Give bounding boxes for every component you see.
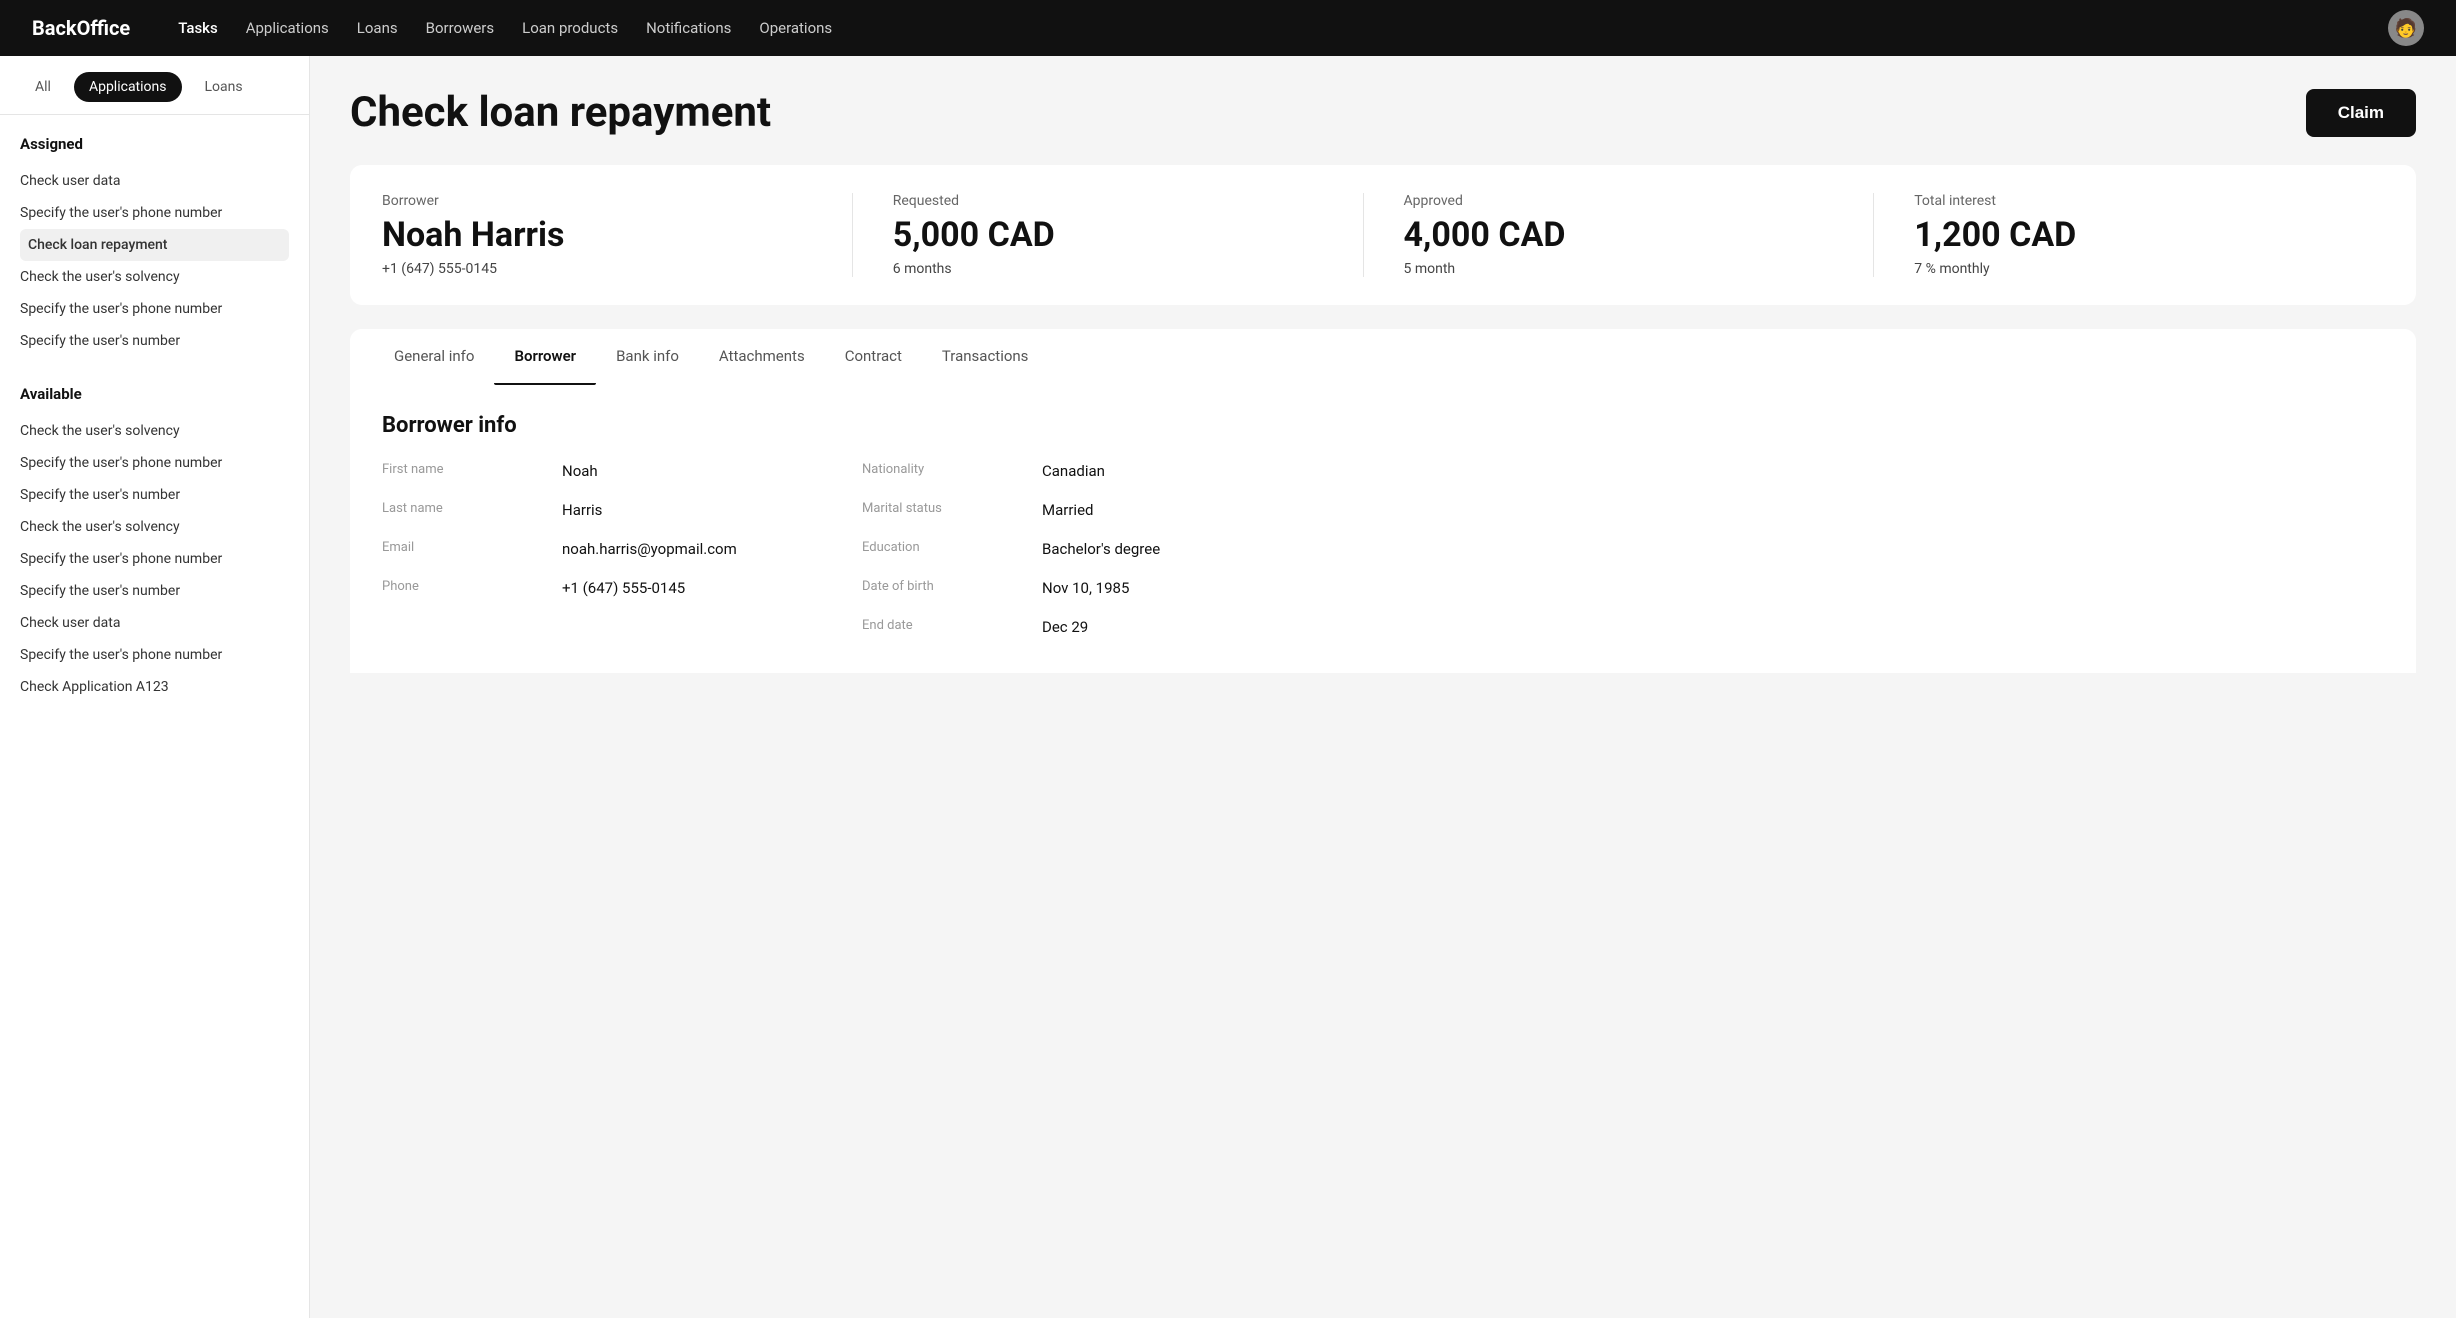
- approved-col: Approved 4,000 CAD 5 month: [1363, 193, 1874, 277]
- requested-label: Requested: [893, 193, 1363, 209]
- detail-tab-bank-info[interactable]: Bank info: [596, 329, 699, 385]
- sidebar-item[interactable]: Specify the user's phone number: [20, 639, 289, 671]
- sidebar-item[interactable]: Specify the user's phone number: [20, 543, 289, 575]
- sidebar-section-assigned: AssignedCheck user dataSpecify the user'…: [0, 115, 309, 365]
- bi-field-label: Nationality: [862, 462, 1042, 477]
- bi-field-label: Marital status: [862, 501, 1042, 516]
- sidebar-item[interactable]: Specify the user's phone number: [20, 293, 289, 325]
- nav-link-tasks[interactable]: Tasks: [178, 19, 218, 37]
- sidebar-item[interactable]: Specify the user's phone number: [20, 447, 289, 479]
- claim-button[interactable]: Claim: [2306, 89, 2416, 137]
- borrower-card: Borrower Noah Harris +1 (647) 555-0145 R…: [350, 165, 2416, 305]
- interest-label: Total interest: [1914, 193, 2384, 209]
- sidebar-tab-all[interactable]: All: [20, 72, 66, 102]
- detail-tab-borrower[interactable]: Borrower: [494, 329, 596, 385]
- sidebar-item[interactable]: Specify the user's number: [20, 575, 289, 607]
- bi-field-value: +1 (647) 555-0145: [562, 579, 862, 598]
- detail-tabs-container: General infoBorrowerBank infoAttachments…: [350, 329, 2416, 673]
- nav-link-operations[interactable]: Operations: [759, 19, 832, 37]
- borrower-label: Borrower: [382, 193, 852, 209]
- requested-amount: 5,000 CAD: [893, 215, 1363, 255]
- bi-field-label: Email: [382, 540, 562, 555]
- main-content: Check loan repayment Claim Borrower Noah…: [310, 56, 2456, 1318]
- bi-field-value: Married: [1042, 501, 2384, 520]
- bi-field-label: Last name: [382, 501, 562, 516]
- sidebar-tab-applications[interactable]: Applications: [74, 72, 182, 102]
- logo: BackOffice: [32, 16, 130, 40]
- borrower-col: Borrower Noah Harris +1 (647) 555-0145: [382, 193, 852, 277]
- sidebar-item[interactable]: Check Application A123: [20, 671, 289, 703]
- nav-link-applications[interactable]: Applications: [246, 19, 329, 37]
- sidebar-item[interactable]: Check user data: [20, 165, 289, 197]
- sidebar-tabs: All Applications Loans: [0, 56, 309, 115]
- requested-col: Requested 5,000 CAD 6 months: [852, 193, 1363, 277]
- avatar[interactable]: 🧑: [2388, 10, 2424, 46]
- detail-tab-attachments[interactable]: Attachments: [699, 329, 825, 385]
- borrower-info-section: Borrower info First nameNoahNationalityC…: [350, 385, 2416, 673]
- bi-field-value: Bachelor's degree: [1042, 540, 2384, 559]
- interest-amount: 1,200 CAD: [1914, 215, 2384, 255]
- approved-label: Approved: [1404, 193, 1874, 209]
- borrower-name: Noah Harris: [382, 215, 852, 255]
- sidebar-item[interactable]: Specify the user's number: [20, 479, 289, 511]
- bi-field-value: Noah: [562, 462, 862, 481]
- bi-field-label: Date of birth: [862, 579, 1042, 594]
- detail-tab-general-info[interactable]: General info: [374, 329, 494, 385]
- nav-link-notifications[interactable]: Notifications: [646, 19, 731, 37]
- interest-sub: 7 % monthly: [1914, 261, 2384, 277]
- bi-field-value: Nov 10, 1985: [1042, 579, 2384, 598]
- interest-col: Total interest 1,200 CAD 7 % monthly: [1873, 193, 2384, 277]
- detail-tab-contract[interactable]: Contract: [825, 329, 922, 385]
- page-title: Check loan repayment: [350, 88, 771, 137]
- sidebar: All Applications Loans Assigned Check user …: [0, 56, 310, 1318]
- sidebar-item[interactable]: Check loan repayment: [20, 229, 289, 261]
- page-header: Check loan repayment Claim: [350, 88, 2416, 137]
- nav-link-loan-products[interactable]: Loan products: [522, 19, 618, 37]
- sidebar-item[interactable]: Specify the user's number: [20, 325, 289, 357]
- bi-field-value: Harris: [562, 501, 862, 520]
- sidebar-item[interactable]: Check the user's solvency: [20, 261, 289, 293]
- nav-link-borrowers[interactable]: Borrowers: [426, 19, 495, 37]
- bi-field-value: Dec 29: [1042, 618, 2384, 637]
- sidebar-section-title: Available: [20, 385, 289, 403]
- bi-field-label: First name: [382, 462, 562, 477]
- bi-field-label: Phone: [382, 579, 562, 594]
- nav-links: Tasks Applications Loans Borrowers Loan prod…: [178, 19, 2356, 37]
- sidebar-section-available: AvailableCheck the user's solvencySpecif…: [0, 365, 309, 711]
- detail-tab-transactions[interactable]: Transactions: [922, 329, 1049, 385]
- sidebar-tab-loans[interactable]: Loans: [190, 72, 258, 102]
- approved-sub: 5 month: [1404, 261, 1874, 277]
- sidebar-item[interactable]: Check user data: [20, 607, 289, 639]
- bi-field-value: noah.harris@yopmail.com: [562, 540, 862, 559]
- detail-tabs: General infoBorrowerBank infoAttachments…: [350, 329, 2416, 385]
- nav-link-loans[interactable]: Loans: [357, 19, 398, 37]
- bi-field-label: Education: [862, 540, 1042, 555]
- approved-amount: 4,000 CAD: [1404, 215, 1874, 255]
- top-navigation: BackOffice Tasks Applications Loans Borrowe…: [0, 0, 2456, 56]
- sidebar-section-title: Assigned: [20, 135, 289, 153]
- sidebar-item[interactable]: Specify the user's phone number: [20, 197, 289, 229]
- requested-sub: 6 months: [893, 261, 1363, 277]
- borrower-phone: +1 (647) 555-0145: [382, 261, 852, 277]
- sidebar-item[interactable]: Check the user's solvency: [20, 511, 289, 543]
- borrower-info-title: Borrower info: [382, 413, 2384, 438]
- sidebar-item[interactable]: Check the user's solvency: [20, 415, 289, 447]
- borrower-info-grid: First nameNoahNationalityCanadian Last na…: [382, 462, 2384, 637]
- bi-field-value: Canadian: [1042, 462, 2384, 481]
- bi-field-label: End date: [862, 618, 1042, 633]
